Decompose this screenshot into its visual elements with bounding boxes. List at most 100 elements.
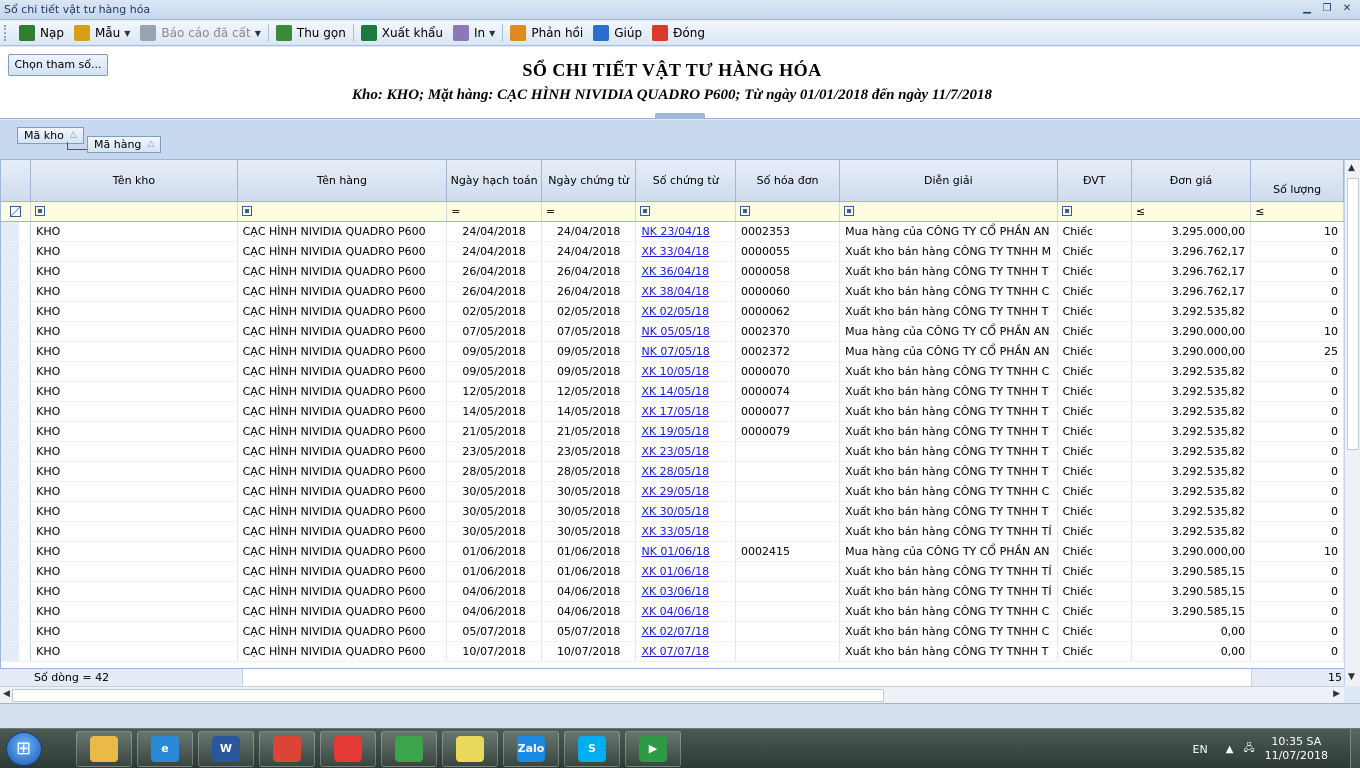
network-icon[interactable]: 🖧 bbox=[1243, 741, 1254, 758]
table-row[interactable]: KHO CẠC HÌNH NIVIDIA QUADRO P600 14/05/201… bbox=[1, 401, 1344, 422]
row-indicator[interactable] bbox=[1, 601, 32, 622]
minimize-icon[interactable]: ▁ bbox=[1300, 2, 1314, 16]
filter-operator[interactable]: = bbox=[451, 205, 460, 218]
table-row[interactable]: KHO CẠC HÌNH NIVIDIA QUADRO P600 10/07/201… bbox=[1, 641, 1344, 662]
row-indicator[interactable] bbox=[1, 581, 32, 602]
row-indicator[interactable] bbox=[1, 641, 32, 662]
vertical-scroll-thumb[interactable] bbox=[1347, 178, 1359, 450]
table-row[interactable]: KHO CẠC HÌNH NIVIDIA QUADRO P600 07/05/201… bbox=[1, 321, 1344, 342]
voucher-link[interactable]: XK 29/05/18 bbox=[641, 485, 709, 498]
filter-cell[interactable] bbox=[1057, 201, 1132, 222]
row-indicator[interactable] bbox=[1, 461, 32, 482]
taskbar-app[interactable] bbox=[442, 731, 498, 767]
column-header[interactable]: ĐVT bbox=[1057, 160, 1132, 202]
toolbar-button[interactable]: Thu gọn bbox=[271, 23, 351, 43]
toolbar-button[interactable]: Đóng bbox=[647, 23, 710, 43]
filter-operator-icon[interactable] bbox=[35, 205, 46, 216]
voucher-link[interactable]: XK 01/06/18 bbox=[641, 565, 709, 578]
table-row[interactable]: KHO CẠC HÌNH NIVIDIA QUADRO P600 23/05/201… bbox=[1, 441, 1344, 462]
column-header[interactable]: Ngày hạch toán bbox=[446, 160, 542, 202]
vertical-scrollbar[interactable]: ▲ ▼ bbox=[1344, 160, 1360, 686]
table-row[interactable]: KHO CẠC HÌNH NIVIDIA QUADRO P600 21/05/201… bbox=[1, 421, 1344, 442]
table-row[interactable]: KHO CẠC HÌNH NIVIDIA QUADRO P600 01/06/201… bbox=[1, 541, 1344, 562]
row-indicator[interactable] bbox=[1, 361, 32, 382]
collapse-header-handle[interactable] bbox=[655, 113, 705, 119]
voucher-link[interactable]: XK 03/06/18 bbox=[641, 585, 709, 598]
column-header[interactable]: Tên hàng bbox=[237, 160, 448, 202]
filter-cell[interactable]: = bbox=[541, 201, 637, 222]
row-indicator[interactable] bbox=[1, 421, 32, 442]
table-row[interactable]: KHO CẠC HÌNH NIVIDIA QUADRO P600 30/05/201… bbox=[1, 481, 1344, 502]
table-row[interactable]: KHO CẠC HÌNH NIVIDIA QUADRO P600 12/05/201… bbox=[1, 381, 1344, 402]
scroll-down-icon[interactable]: ▼ bbox=[1348, 672, 1355, 682]
filter-cell[interactable]: ≤ bbox=[1250, 201, 1344, 222]
table-row[interactable]: KHO CẠC HÌNH NIVIDIA QUADRO P600 09/05/201… bbox=[1, 341, 1344, 362]
voucher-link[interactable]: XK 30/05/18 bbox=[641, 505, 709, 518]
toolbar-button[interactable]: Phản hồi bbox=[505, 23, 588, 43]
voucher-link[interactable]: XK 19/05/18 bbox=[641, 425, 709, 438]
table-row[interactable]: KHO CẠC HÌNH NIVIDIA QUADRO P600 26/04/201… bbox=[1, 261, 1344, 282]
table-row[interactable]: KHO CẠC HÌNH NIVIDIA QUADRO P600 09/05/201… bbox=[1, 361, 1344, 382]
filter-operator-icon[interactable] bbox=[844, 205, 855, 216]
column-header[interactable]: Ngày chứng từ bbox=[541, 160, 637, 202]
dropdown-arrow-icon[interactable]: ▼ bbox=[489, 29, 495, 38]
table-row[interactable]: KHO CẠC HÌNH NIVIDIA QUADRO P600 26/04/201… bbox=[1, 281, 1344, 302]
row-indicator[interactable] bbox=[1, 281, 32, 302]
table-row[interactable]: KHO CẠC HÌNH NIVIDIA QUADRO P600 28/05/201… bbox=[1, 461, 1344, 482]
filter-cell[interactable] bbox=[30, 201, 238, 222]
start-button[interactable] bbox=[6, 732, 42, 766]
filter-cell[interactable]: = bbox=[446, 201, 542, 222]
taskbar-app[interactable]: S bbox=[564, 731, 620, 767]
table-row[interactable]: KHO CẠC HÌNH NIVIDIA QUADRO P600 01/06/201… bbox=[1, 561, 1344, 582]
toolbar-button[interactable]: Nạp bbox=[14, 23, 69, 43]
voucher-link[interactable]: XK 33/04/18 bbox=[641, 245, 709, 258]
row-indicator[interactable] bbox=[1, 501, 32, 522]
filter-cell[interactable] bbox=[735, 201, 841, 222]
row-indicator[interactable] bbox=[1, 441, 32, 462]
filter-operator-icon[interactable] bbox=[640, 205, 651, 216]
filter-operator[interactable]: ≤ bbox=[1255, 205, 1264, 218]
voucher-link[interactable]: XK 07/07/18 bbox=[641, 645, 709, 658]
show-desktop-button[interactable] bbox=[1350, 729, 1360, 768]
voucher-link[interactable]: XK 17/05/18 bbox=[641, 405, 709, 418]
row-indicator[interactable] bbox=[1, 301, 32, 322]
table-row[interactable]: KHO CẠC HÌNH NIVIDIA QUADRO P600 24/04/201… bbox=[1, 221, 1344, 242]
row-indicator[interactable] bbox=[1, 521, 32, 542]
horizontal-scroll-thumb[interactable] bbox=[12, 689, 884, 702]
scroll-left-icon[interactable]: ◀ bbox=[3, 689, 10, 699]
filter-cell[interactable] bbox=[237, 201, 448, 222]
taskbar-app[interactable]: W bbox=[198, 731, 254, 767]
voucher-link[interactable]: NK 23/04/18 bbox=[641, 225, 709, 238]
voucher-link[interactable]: XK 04/06/18 bbox=[641, 605, 709, 618]
taskbar-app[interactable]: e bbox=[137, 731, 193, 767]
row-indicator[interactable] bbox=[1, 481, 32, 502]
filter-cell[interactable] bbox=[635, 201, 737, 222]
scroll-right-icon[interactable]: ▶ bbox=[1333, 689, 1340, 699]
row-indicator[interactable] bbox=[1, 561, 32, 582]
voucher-link[interactable]: XK 33/05/18 bbox=[641, 525, 709, 538]
toolbar-button[interactable]: In ▼ bbox=[448, 23, 500, 43]
filter-operator[interactable]: = bbox=[546, 205, 555, 218]
row-indicator[interactable] bbox=[1, 621, 32, 642]
row-indicator[interactable] bbox=[1, 401, 32, 422]
voucher-link[interactable]: XK 23/05/18 bbox=[641, 445, 709, 458]
voucher-link[interactable]: XK 14/05/18 bbox=[641, 385, 709, 398]
horizontal-scrollbar[interactable]: ◀ ▶ bbox=[0, 686, 1344, 703]
dropdown-arrow-icon[interactable]: ▼ bbox=[255, 29, 261, 38]
table-row[interactable]: KHO CẠC HÌNH NIVIDIA QUADRO P600 30/05/201… bbox=[1, 501, 1344, 522]
taskbar-app[interactable]: ▶ bbox=[625, 731, 681, 767]
row-indicator[interactable] bbox=[1, 321, 32, 342]
row-indicator[interactable] bbox=[1, 221, 32, 242]
voucher-link[interactable]: NK 01/06/18 bbox=[641, 545, 709, 558]
filter-operator-icon[interactable] bbox=[1061, 205, 1072, 216]
filter-cell[interactable]: ≤ bbox=[1131, 201, 1252, 222]
column-header[interactable]: Số lượng bbox=[1250, 160, 1344, 202]
language-indicator[interactable]: EN bbox=[1193, 743, 1208, 756]
taskbar-app[interactable] bbox=[259, 731, 315, 767]
column-header[interactable]: Đơn giá bbox=[1131, 160, 1252, 202]
group-chip-ma-hang[interactable]: Mã hàng △ bbox=[87, 136, 162, 153]
voucher-link[interactable]: NK 05/05/18 bbox=[641, 325, 709, 338]
table-row[interactable]: KHO CẠC HÌNH NIVIDIA QUADRO P600 04/06/201… bbox=[1, 581, 1344, 602]
voucher-link[interactable]: XK 36/04/18 bbox=[641, 265, 709, 278]
filter-operator-icon[interactable] bbox=[740, 205, 751, 216]
